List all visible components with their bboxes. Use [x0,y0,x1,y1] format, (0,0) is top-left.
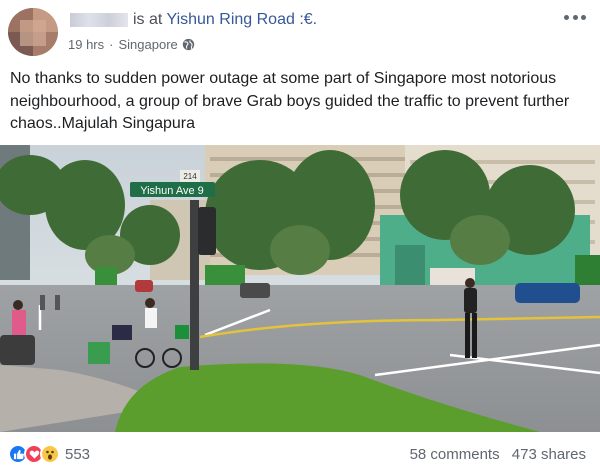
block-number: 214 [183,172,197,181]
comments-count-link[interactable]: 58 comments [410,446,500,463]
post-text: No thanks to sudden power outage at some… [10,70,570,132]
engagement-counts: 58 comments 473 shares [402,446,586,463]
post-footer: 553 58 comments 473 shares [0,436,600,471]
post-header: is at Yishun Ring Road :€. 19 hrs · Sing… [0,0,600,62]
blue-car [515,283,580,303]
post-timestamp[interactable]: 19 hrs [68,37,104,52]
post-meta: 19 hrs · Singapore [68,37,195,52]
author-name-redacted[interactable] [70,13,128,27]
traffic-light [198,207,216,255]
more-dot [572,14,578,20]
post-photo[interactable]: Yishun Ave 9 214 [0,145,600,432]
globe-icon[interactable] [182,38,195,51]
reaction-count: 553 [65,445,91,463]
street-sign-text: Yishun Ave 9 [140,185,204,197]
meta-separator: · [109,37,114,52]
shares-count-link[interactable]: 473 shares [512,446,586,463]
reactions-summary[interactable]: 553 [8,444,90,464]
post-place: Singapore [118,37,178,52]
checkin-location-link[interactable]: Yishun Ring Road :€. [167,11,318,28]
wow-icon [40,444,60,464]
author-line: is at Yishun Ring Road :€. [133,11,317,29]
more-dot [581,14,586,20]
more-dot [564,14,569,20]
green-bus [95,267,117,285]
traffic-light-pole [190,200,199,370]
more-options-icon[interactable] [564,12,586,22]
avatar[interactable] [8,8,58,56]
is-at-label: is at [133,11,163,28]
